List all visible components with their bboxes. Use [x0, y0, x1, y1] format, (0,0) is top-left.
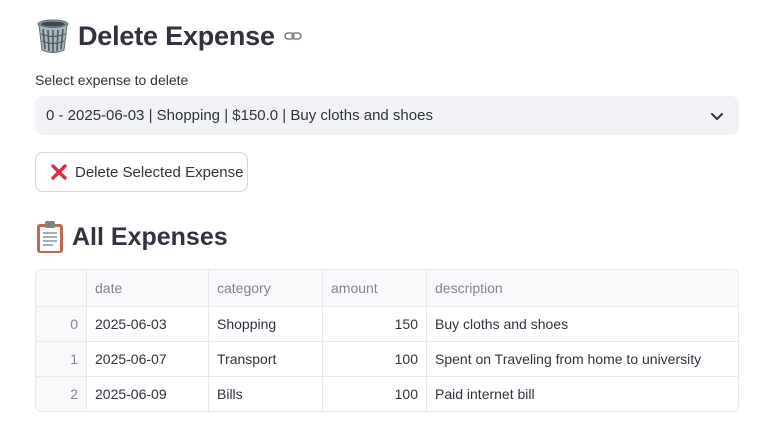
table-header-row: date category amount description — [36, 270, 738, 307]
row-index: 1 — [36, 342, 87, 376]
amount-cell[interactable]: 100 — [323, 342, 427, 376]
column-header-amount[interactable]: amount — [323, 270, 427, 306]
expenses-table[interactable]: date category amount description 0 2025-… — [35, 269, 739, 412]
amount-cell[interactable]: 150 — [323, 307, 427, 341]
wastebasket-icon — [37, 19, 69, 53]
table-row: 0 2025-06-03 Shopping 150 Buy cloths and… — [36, 307, 738, 342]
selected-expense-value: 0 - 2025-06-03 | Shopping | $150.0 | Buy… — [46, 107, 433, 124]
delete-selected-expense-button[interactable]: Delete Selected Expense — [35, 152, 248, 192]
table-row: 1 2025-06-07 Transport 100 Spent on Trav… — [36, 342, 738, 377]
category-cell[interactable]: Shopping — [209, 307, 323, 341]
chevron-down-icon — [711, 112, 723, 120]
clipboard-icon — [37, 221, 63, 253]
row-index: 0 — [36, 307, 87, 341]
category-cell[interactable]: Transport — [209, 342, 323, 376]
column-header-description[interactable]: description — [427, 270, 738, 306]
cross-mark-icon — [51, 164, 67, 180]
page-title: Delete Expense — [78, 20, 275, 51]
description-cell[interactable]: Paid internet bill — [427, 377, 738, 411]
table-row: 2 2025-06-09 Bills 100 Paid internet bil… — [36, 377, 738, 411]
column-header-category[interactable]: category — [209, 270, 323, 306]
expense-select[interactable]: 0 - 2025-06-03 | Shopping | $150.0 | Buy… — [35, 96, 739, 135]
description-cell[interactable]: Buy cloths and shoes — [427, 307, 738, 341]
column-header-index — [36, 270, 87, 306]
delete-button-label: Delete Selected Expense — [75, 163, 244, 181]
description-cell[interactable]: Spent on Traveling from home to universi… — [427, 342, 738, 376]
category-cell[interactable]: Bills — [209, 377, 323, 411]
row-index: 2 — [36, 377, 87, 411]
date-cell[interactable]: 2025-06-09 — [87, 377, 209, 411]
section-title: All Expenses — [72, 222, 228, 251]
link-icon[interactable] — [283, 26, 303, 46]
page: Delete Expense Select expense to delete … — [0, 0, 774, 441]
column-header-date[interactable]: date — [87, 270, 209, 306]
all-expenses-heading: All Expenses — [35, 218, 228, 256]
date-cell[interactable]: 2025-06-03 — [87, 307, 209, 341]
amount-cell[interactable]: 100 — [323, 377, 427, 411]
delete-expense-heading: Delete Expense — [36, 16, 303, 56]
select-label: Select expense to delete — [35, 72, 189, 88]
date-cell[interactable]: 2025-06-07 — [87, 342, 209, 376]
